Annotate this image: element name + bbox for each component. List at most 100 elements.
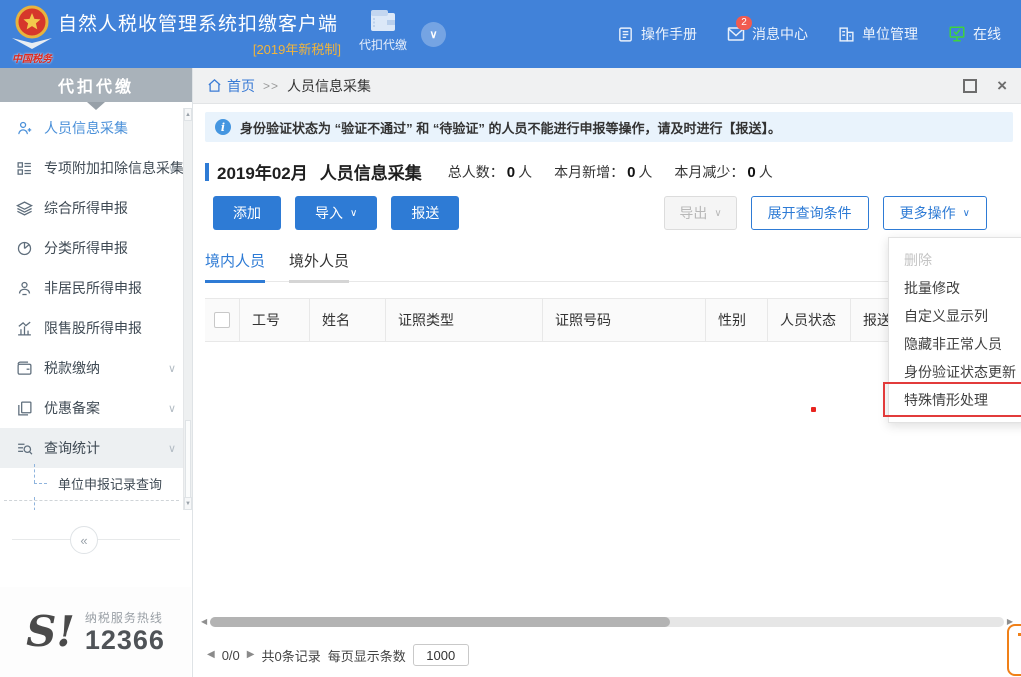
breadcrumb-separator: >>: [263, 79, 279, 93]
sidebar-item-label: 非居民所得申报: [44, 278, 142, 298]
export-button[interactable]: 导出 ∨: [664, 196, 736, 230]
home-icon: [207, 78, 222, 93]
page-period: 2019年02月: [217, 159, 308, 184]
sidebar-item-restricted-shares[interactable]: 限售股所得申报: [0, 308, 183, 348]
chevron-down-icon: ∨: [168, 362, 176, 375]
stat-removed: 本月减少：0人: [674, 162, 772, 182]
sidebar-item-label: 优惠备案: [44, 398, 100, 418]
horizontal-scrollbar: ◀ ▶: [201, 617, 1013, 627]
tab-domestic-personnel[interactable]: 境内人员: [205, 250, 265, 283]
message-count-badge: 2: [736, 16, 752, 30]
app-title: 自然人税收管理系统扣缴客户端: [58, 9, 338, 36]
menu-item-hide-abnormal[interactable]: 隐藏非正常人员: [889, 330, 1021, 358]
prev-page-icon[interactable]: ◀: [207, 650, 215, 660]
tab-overseas-personnel[interactable]: 境外人员: [289, 250, 349, 283]
manual-icon: [617, 26, 634, 43]
menu-item-custom-columns[interactable]: 自定义显示列: [889, 302, 1021, 330]
title-accent-bar: [205, 163, 209, 181]
per-page-input[interactable]: 1000: [413, 644, 469, 666]
breadcrumb: 首页 >> 人员信息采集 ×: [193, 68, 1021, 104]
sidebar-item-label: 专项附加扣除信息采集: [44, 158, 183, 178]
button-label: 更多操作: [900, 203, 956, 223]
column-header-id-number: 证照号码: [542, 299, 705, 341]
sidebar-subitem-label: 单位申报记录查询: [58, 474, 162, 493]
sidebar-subitem-label: 个人扣缴明细查询: [58, 507, 162, 511]
sidebar-header: 代扣代缴: [0, 68, 192, 102]
nav-item-online-status[interactable]: 在线: [948, 24, 1001, 44]
close-icon[interactable]: ×: [997, 77, 1007, 94]
sidebar-item-nonresident-income[interactable]: 非居民所得申报: [0, 268, 183, 308]
more-actions-button[interactable]: 更多操作 ∨: [883, 196, 987, 230]
sidebar-collapse-button[interactable]: «: [70, 526, 98, 554]
stat-total: 总人数：0人: [448, 162, 532, 182]
chevron-down-icon: ∨: [350, 208, 357, 219]
submit-button[interactable]: 报送: [391, 196, 459, 230]
sidebar-item-personnel-info[interactable]: 人员信息采集: [0, 108, 183, 148]
hotline-label: 纳税服务热线: [85, 609, 165, 626]
sidebar-item-preferential-filing[interactable]: 优惠备案 ∨: [0, 388, 183, 428]
documents-icon: [16, 400, 33, 417]
sidebar-item-label: 限售股所得申报: [44, 318, 142, 338]
chevron-glyph: ∨: [429, 28, 437, 41]
nav-item-messages[interactable]: 2 消息中心: [727, 24, 808, 44]
more-actions-dropdown: 删除 批量修改 自定义显示列 隐藏非正常人员 身份验证状态更新 特殊情形处理: [888, 237, 1021, 423]
maximize-icon[interactable]: [963, 79, 977, 93]
sidebar-subitem-personal-withholding-query[interactable]: 个人扣缴明细查询: [0, 501, 183, 510]
page-title: 人员信息采集: [320, 159, 422, 184]
chevron-down-icon[interactable]: ∨: [421, 22, 446, 47]
sidebar-scrollbar[interactable]: ▲ ▼: [183, 108, 192, 510]
module-label: 代扣代缴: [352, 36, 414, 53]
scroll-up-icon[interactable]: ▲: [184, 108, 192, 121]
person-icon: [16, 280, 33, 297]
add-button[interactable]: 添加: [213, 196, 281, 230]
chevron-down-icon: ∨: [963, 208, 970, 219]
floating-widget[interactable]: [1007, 624, 1021, 676]
select-all-checkbox[interactable]: [214, 312, 230, 328]
app-window: { "ui": { "caret_down": "∨", "collapse":…: [0, 0, 1021, 677]
sidebar-item-special-deduction[interactable]: 专项附加扣除信息采集 ∨: [0, 148, 183, 188]
menu-item-verify-status-update[interactable]: 身份验证状态更新: [889, 358, 1021, 386]
menu-item-batch-edit[interactable]: 批量修改: [889, 274, 1021, 302]
scrollbar-track[interactable]: [210, 617, 1004, 627]
stat-unit: 人: [518, 164, 532, 180]
breadcrumb-current: 人员信息采集: [287, 76, 371, 96]
sidebar-item-tax-payment[interactable]: 税款缴纳 ∨: [0, 348, 183, 388]
sidebar-item-label: 人员信息采集: [44, 118, 128, 138]
expand-query-button[interactable]: 展开查询条件: [751, 196, 869, 230]
menu-item-special-case-handling[interactable]: 特殊情形处理: [889, 386, 1021, 414]
module-switcher[interactable]: 代扣代缴: [352, 9, 414, 53]
stat-value: 0: [747, 164, 755, 181]
button-label: 导入: [315, 203, 343, 223]
column-header-person-status: 人员状态: [767, 299, 850, 341]
logo-caption: 中国税务: [7, 50, 57, 65]
import-button[interactable]: 导入 ∨: [295, 196, 377, 230]
sidebar-item-query-statistics[interactable]: 查询统计 ∨: [0, 428, 183, 468]
wallet-icon: [16, 360, 33, 377]
scroll-down-icon[interactable]: ▼: [184, 497, 192, 510]
envelope-icon: 2: [727, 26, 745, 42]
sidebar-item-label: 分类所得申报: [44, 238, 128, 258]
sidebar-subitem-unit-declare-query[interactable]: 单位申报记录查询: [0, 468, 183, 498]
wallet-icon: [369, 9, 397, 33]
red-dot-marker: [811, 407, 816, 412]
sidebar-item-classified-income[interactable]: 分类所得申报: [0, 228, 183, 268]
sidebar-item-comprehensive-income[interactable]: 综合所得申报: [0, 188, 183, 228]
hotline-headset-icon: S!: [26, 611, 75, 653]
menu-item-delete[interactable]: 删除: [889, 246, 1021, 274]
person-add-icon: [16, 120, 33, 137]
breadcrumb-home[interactable]: 首页: [207, 76, 255, 96]
column-header-gender: 性别: [705, 299, 767, 341]
scroll-left-icon[interactable]: ◀: [201, 618, 207, 626]
scrollbar-thumb[interactable]: [210, 617, 670, 627]
stat-unit: 人: [759, 164, 773, 180]
stat-label: 本月减少：: [674, 164, 744, 180]
grid-list-icon: [16, 160, 33, 177]
next-page-icon[interactable]: ▶: [247, 650, 255, 660]
bar-chart-icon: [16, 320, 33, 337]
button-label: 导出: [679, 203, 707, 223]
search-list-icon: [16, 440, 33, 457]
scrollbar-thumb[interactable]: [185, 420, 191, 500]
record-count: 共0条记录: [261, 646, 320, 665]
nav-item-org[interactable]: 单位管理: [838, 24, 918, 44]
nav-item-manual[interactable]: 操作手册: [617, 24, 697, 44]
